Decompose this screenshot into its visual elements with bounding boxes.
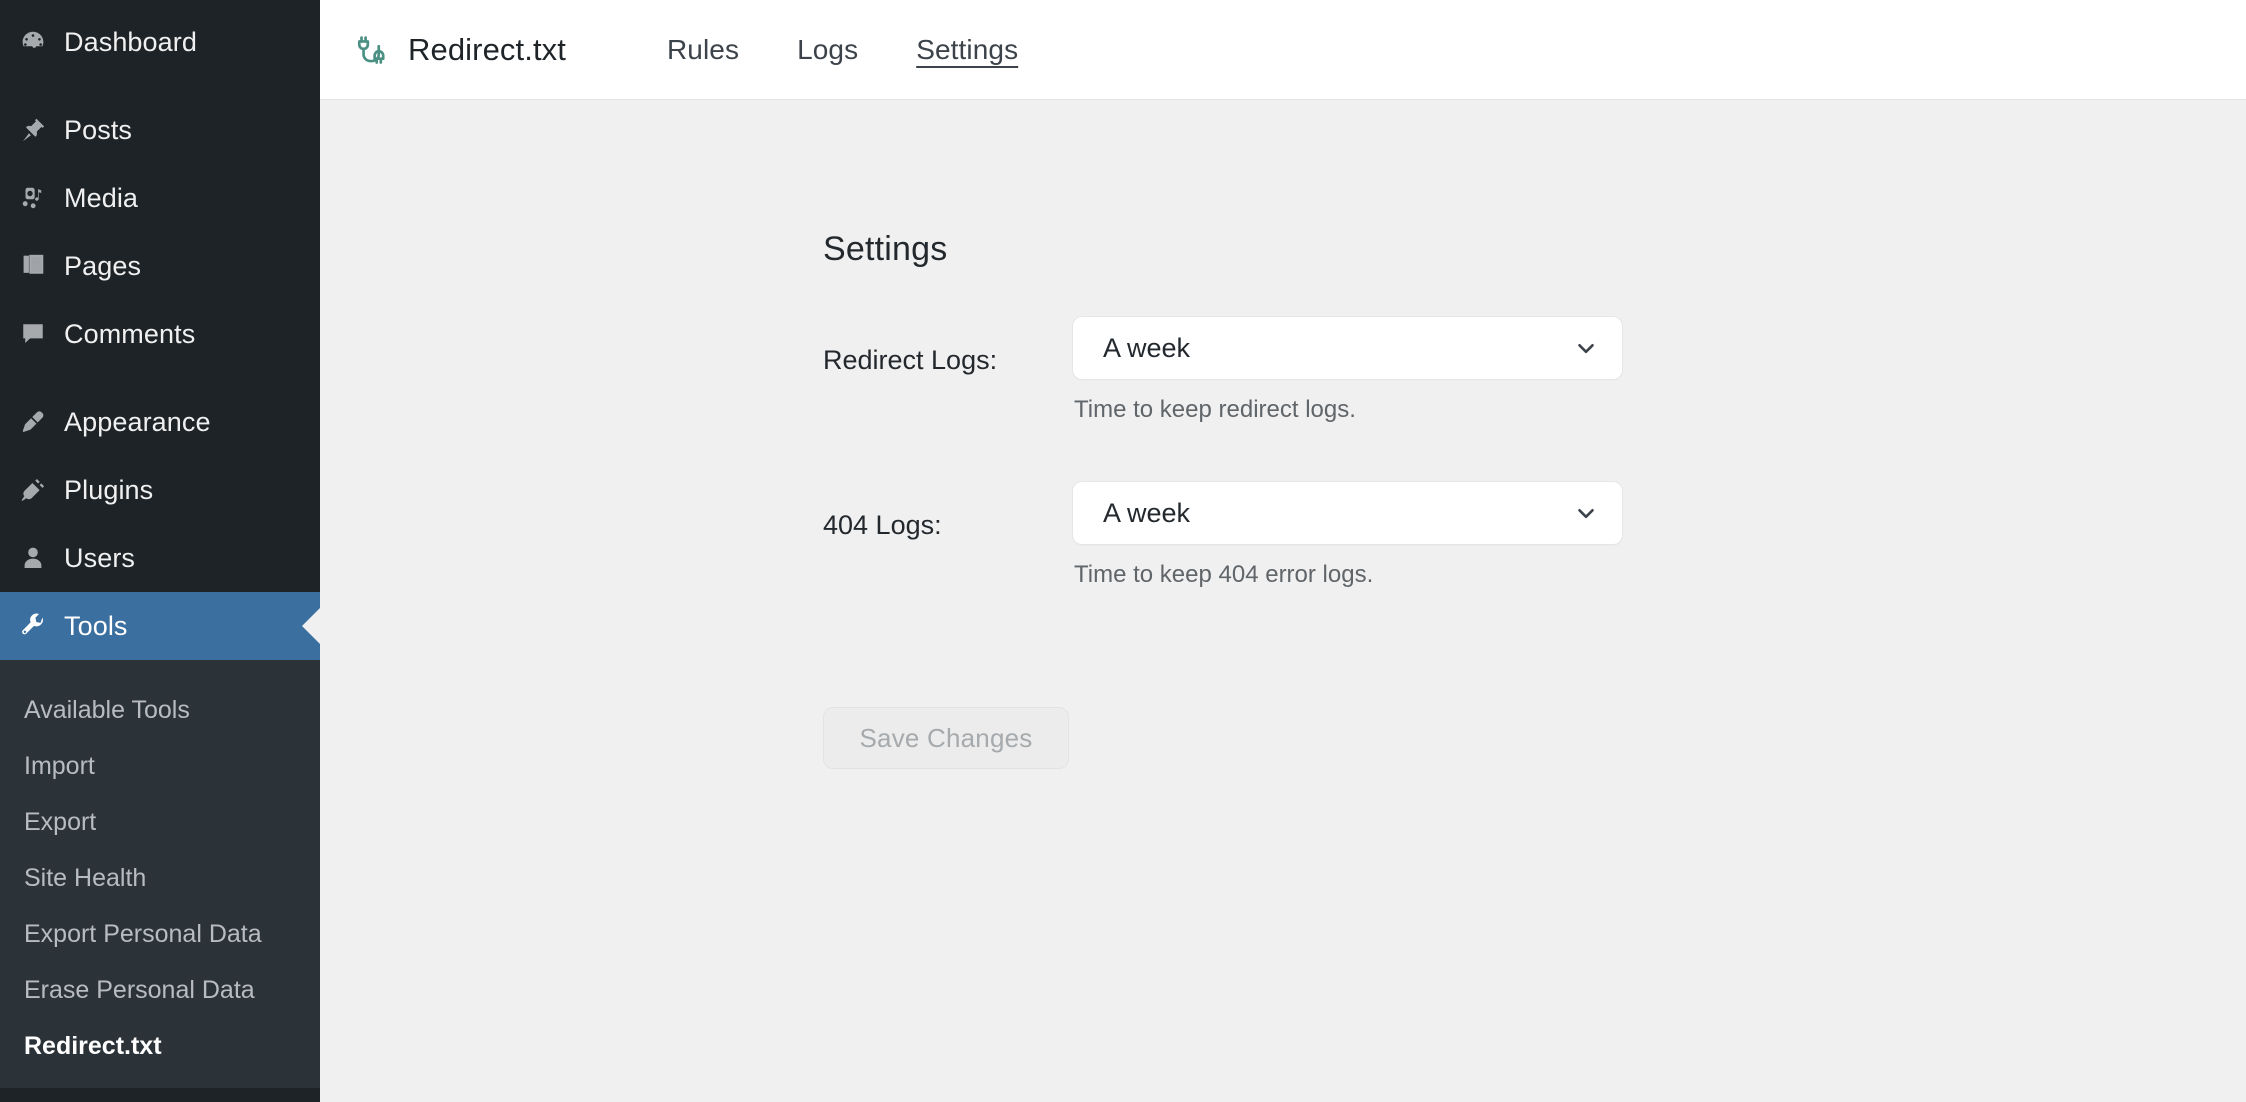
404-logs-value: A week [1103, 497, 1191, 528]
user-icon [18, 543, 62, 573]
redirect-logs-select[interactable]: A week [1072, 316, 1623, 380]
plugin-title: Redirect.txt [408, 31, 566, 67]
plugin-header-bar: Redirect.txt Rules Logs Settings [320, 0, 2246, 100]
dashboard-gauge-icon [18, 27, 62, 57]
sidebar-item-comments[interactable]: Comments [0, 300, 320, 368]
main-content-area: Redirect.txt Rules Logs Settings Setting… [320, 0, 2246, 1102]
cable-plug-icon [350, 29, 392, 71]
404-logs-select[interactable]: A week [1072, 481, 1623, 545]
plugin-brand: Redirect.txt [350, 29, 566, 71]
sidebar-item-tools[interactable]: Tools [0, 592, 320, 660]
page-title: Settings [823, 230, 948, 268]
tab-logs[interactable]: Logs [768, 34, 887, 66]
redirect-logs-label: Redirect Logs: [823, 345, 998, 375]
sidebar-item-plugins[interactable]: Plugins [0, 456, 320, 524]
sidebar-item-label: Dashboard [64, 26, 197, 57]
save-changes-button[interactable]: Save Changes [823, 707, 1069, 769]
sidebar-item-posts[interactable]: Posts [0, 96, 320, 164]
sidebar-item-pages[interactable]: Pages [0, 232, 320, 300]
redirect-logs-value: A week [1103, 332, 1191, 363]
plug-icon [18, 475, 62, 505]
tools-submenu: Available Tools Import Export Site Healt… [0, 660, 320, 1088]
admin-screen: Dashboard Posts Media Pages Comments App… [0, 0, 2246, 1102]
sidebar-item-dashboard[interactable]: Dashboard [0, 8, 320, 76]
submenu-item-available-tools[interactable]: Available Tools [0, 682, 320, 738]
chevron-down-icon [1572, 334, 1600, 362]
admin-sidebar: Dashboard Posts Media Pages Comments App… [0, 0, 320, 1102]
pages-icon [18, 251, 62, 281]
media-icon [18, 183, 62, 213]
sidebar-item-label: Users [64, 542, 136, 573]
pin-icon [18, 115, 62, 145]
submenu-item-import[interactable]: Import [0, 738, 320, 794]
404-logs-label: 404 Logs: [823, 510, 942, 540]
submenu-item-site-health[interactable]: Site Health [0, 850, 320, 906]
sidebar-menu: Dashboard Posts Media Pages Comments App… [0, 0, 320, 660]
sidebar-item-label: Comments [64, 318, 196, 349]
tab-rules[interactable]: Rules [638, 34, 768, 66]
sidebar-item-label: Posts [64, 114, 133, 145]
sidebar-divider [0, 368, 320, 388]
paintbrush-icon [18, 407, 62, 437]
sidebar-item-users[interactable]: Users [0, 524, 320, 592]
sidebar-item-label: Appearance [64, 406, 211, 437]
sidebar-item-label: Tools [64, 610, 128, 641]
plugin-tabs: Rules Logs Settings [638, 34, 1047, 66]
404-logs-help: Time to keep 404 error logs. [1074, 561, 1374, 588]
redirect-logs-help: Time to keep redirect logs. [1074, 396, 1356, 423]
tab-settings[interactable]: Settings [887, 34, 1047, 66]
submenu-item-redirect-txt[interactable]: Redirect.txt [0, 1018, 320, 1074]
redirect-logs-select-wrapper: A week Time to keep redirect logs. [1072, 316, 1623, 422]
submenu-item-export[interactable]: Export [0, 794, 320, 850]
sidebar-item-media[interactable]: Media [0, 164, 320, 232]
404-logs-select-wrapper: A week Time to keep 404 error logs. [1072, 481, 1623, 587]
wrench-icon [18, 611, 62, 641]
comment-bubble-icon [18, 319, 62, 349]
sidebar-item-label: Media [64, 182, 139, 213]
sidebar-divider [0, 76, 320, 96]
chevron-down-icon [1572, 499, 1600, 527]
sidebar-item-label: Pages [64, 250, 142, 281]
sidebar-item-appearance[interactable]: Appearance [0, 388, 320, 456]
sidebar-item-label: Plugins [64, 474, 154, 505]
submenu-item-export-personal-data[interactable]: Export Personal Data [0, 906, 320, 962]
submenu-item-erase-personal-data[interactable]: Erase Personal Data [0, 962, 320, 1018]
